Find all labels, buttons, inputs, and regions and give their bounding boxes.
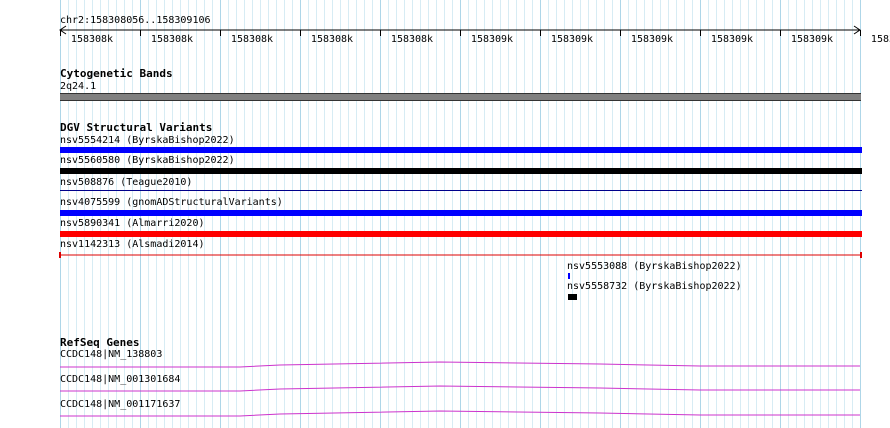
ruler-tick-mark xyxy=(220,30,221,36)
dgv-feature-label: nsv5890341 (Almarri2020) xyxy=(60,218,205,229)
ruler-tick-mark xyxy=(620,30,621,36)
gene-model[interactable] xyxy=(0,384,890,394)
dgv-feature-label: nsv5554214 (ByrskaBishop2022) xyxy=(60,135,235,146)
gene-model[interactable] xyxy=(0,360,890,370)
ruler-tick-label: 158309k xyxy=(630,34,674,45)
dgv-small-feature-bar[interactable] xyxy=(568,273,570,279)
dgv-feature-bar[interactable] xyxy=(60,231,862,237)
cytoband-label: 2q24.1 xyxy=(60,81,97,92)
dgv-feature-label: nsv508876 (Teague2010) xyxy=(60,177,193,188)
ruler-tick-mark xyxy=(60,30,61,36)
ruler-tick-label: 158308k xyxy=(150,34,194,45)
dgv-feature-bar[interactable] xyxy=(60,147,862,153)
gene-model[interactable] xyxy=(0,409,890,419)
ruler-tick-mark xyxy=(300,30,301,36)
ruler-tick-mark xyxy=(860,30,861,36)
dgv-feature-bar[interactable] xyxy=(60,190,862,191)
cytoband-bar[interactable] xyxy=(60,93,861,101)
dgv-feature-bar[interactable] xyxy=(58,250,864,260)
cytoband-track-title: Cytogenetic Bands xyxy=(60,67,173,80)
ruler-tick-mark xyxy=(380,30,381,36)
ruler-axis xyxy=(59,25,861,35)
ruler-tick-label: 158308k xyxy=(310,34,354,45)
ruler-tick-label: 158308k xyxy=(70,34,114,45)
dgv-feature-bar[interactable] xyxy=(60,210,862,216)
dgv-track-title: DGV Structural Variants xyxy=(60,121,213,134)
ruler-tick-label: 158309k xyxy=(790,34,834,45)
ruler-tick-mark xyxy=(780,30,781,36)
ruler-tick-label: 158309k xyxy=(550,34,594,45)
dgv-small-feature-bar[interactable] xyxy=(568,294,577,300)
ruler-tick-label: 158308k xyxy=(390,34,434,45)
dgv-small-feature-label: nsv5553088 (ByrskaBishop2022) xyxy=(567,261,742,272)
ruler-tick-label: 158308k xyxy=(230,34,274,45)
dgv-feature-label: nsv4075599 (gnomADStructuralVariants) xyxy=(60,197,283,208)
dgv-feature-label: nsv5560580 (ByrskaBishop2022) xyxy=(60,155,235,166)
ruler-tick-mark xyxy=(700,30,701,36)
ruler-tick-label: 158309k xyxy=(870,34,890,45)
dgv-small-feature-label: nsv5558732 (ByrskaBishop2022) xyxy=(567,281,742,292)
ruler-tick-mark xyxy=(540,30,541,36)
ruler-tick-label: 158309k xyxy=(710,34,754,45)
ruler-tick-label: 158309k xyxy=(470,34,514,45)
dgv-feature-bar[interactable] xyxy=(60,168,862,174)
refseq-track-title: RefSeq Genes xyxy=(60,336,140,349)
ruler-tick-mark xyxy=(140,30,141,36)
ruler-tick-mark xyxy=(460,30,461,36)
